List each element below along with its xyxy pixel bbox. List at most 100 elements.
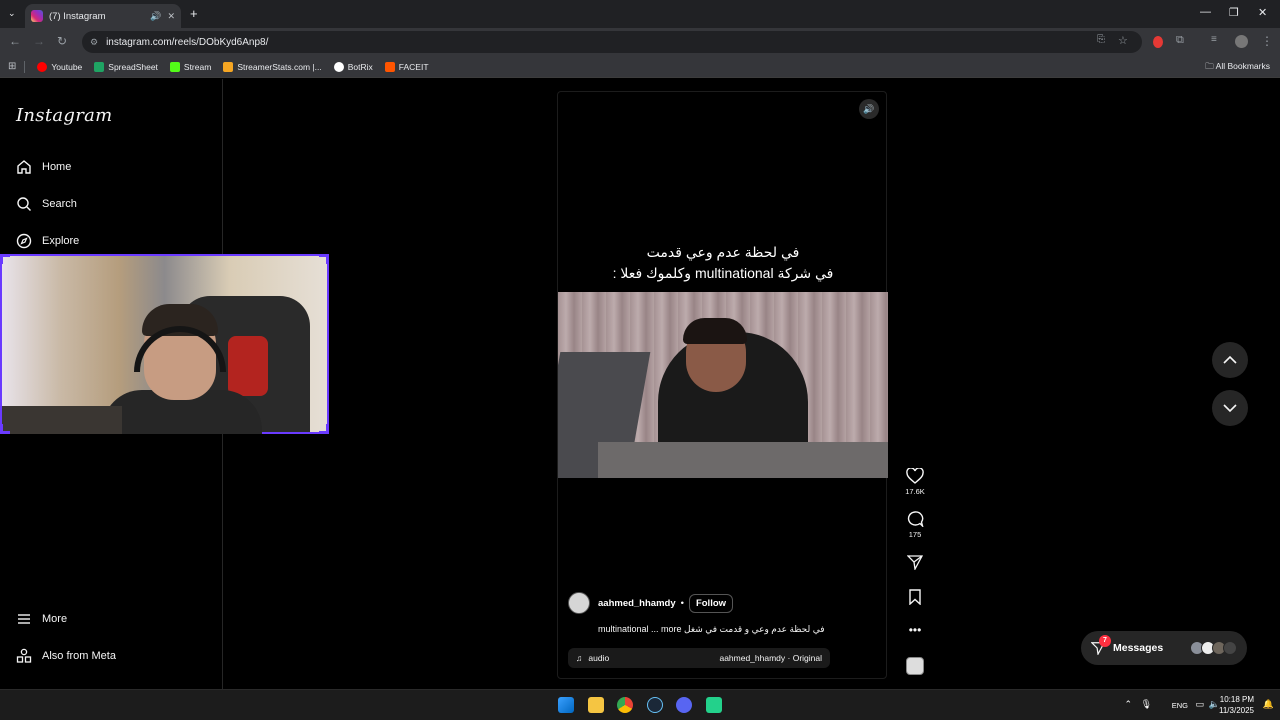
webcam-overlay <box>0 254 329 434</box>
youtube-icon <box>37 61 48 72</box>
all-bookmarks-button[interactable]: 🗀 All Bookmarks <box>1205 61 1270 75</box>
audio-source: aahmed_hhamdy · Original <box>719 653 822 663</box>
language-indicator[interactable]: ENG <box>1172 701 1188 710</box>
messages-badge: 7 <box>1099 635 1111 647</box>
microphone-icon[interactable]: 🎙 <box>1141 699 1152 710</box>
botrix-icon <box>333 61 344 72</box>
address-bar[interactable]: ⚙ instagram.com/reels/DObKyd6Anp8/ <box>82 31 1142 53</box>
reel-overlay-text: في لحظة عدم وعي قدمت في شركة multination… <box>612 244 834 281</box>
more-options-button[interactable]: ••• <box>903 623 927 637</box>
comment-icon <box>907 511 924 527</box>
media-control-icon[interactable]: ≡ <box>1211 34 1217 45</box>
reload-icon[interactable]: ↻ <box>57 34 67 48</box>
home-icon <box>16 159 32 175</box>
tab-search-icon[interactable]: ⌄ <box>8 8 16 19</box>
streaming-app-icon[interactable] <box>706 697 722 713</box>
compass-icon <box>16 233 32 249</box>
notification-icon[interactable]: 🔔 <box>1263 699 1274 710</box>
bookmark-faceit[interactable]: FACEIT <box>384 61 429 72</box>
sidebar-item-more[interactable]: More <box>16 611 67 627</box>
like-count: 17.6K <box>905 487 925 496</box>
browser-tab-bar: ⌄ (7) Instagram 🔊 ✕ + — ❐ ✕ <box>0 0 1280 28</box>
install-app-icon[interactable]: ⎘ <box>1097 34 1105 45</box>
bookmark-botrix[interactable]: BotRix <box>333 61 373 72</box>
meta-apps-icon <box>16 648 32 664</box>
speaker-icon[interactable]: 🔊 <box>150 11 161 22</box>
messages-label: Messages <box>1113 642 1164 654</box>
bookmark-icon <box>909 589 921 605</box>
extension-red-icon[interactable] <box>1153 36 1163 48</box>
save-button[interactable] <box>903 589 927 608</box>
tab-title: (7) Instagram <box>49 10 106 22</box>
reel-video-frame[interactable] <box>558 292 888 478</box>
windows-taskbar: ⌃ 🎙 ENG ▭ 🔈 10:18 PM 11/3/2025 🔔 <box>0 689 1280 720</box>
tab-instagram[interactable]: (7) Instagram 🔊 ✕ <box>25 4 181 28</box>
music-note-icon: ♫ <box>576 653 583 663</box>
message-avatars <box>1190 641 1237 655</box>
reel-audio-bar[interactable]: ♫ audio aahmed_hhamdy · Original <box>568 648 830 668</box>
like-button[interactable]: 17.6K <box>903 468 927 496</box>
sidebar-item-also-from-meta[interactable]: Also from Meta <box>16 648 116 664</box>
audio-label: audio <box>588 653 610 663</box>
tray-chevron-icon[interactable]: ⌃ <box>1124 699 1132 710</box>
follow-button[interactable]: Follow <box>688 593 734 613</box>
comment-button[interactable]: 175 <box>903 511 927 539</box>
close-window-icon[interactable]: ✕ <box>1258 6 1267 19</box>
sidebar-item-explore[interactable]: Explore <box>16 233 79 249</box>
discord-icon[interactable] <box>676 697 692 713</box>
browser-menu-icon[interactable]: ⋮ <box>1261 34 1273 48</box>
windows-start-icon[interactable] <box>558 697 574 713</box>
file-explorer-icon[interactable] <box>588 697 604 713</box>
folder-icon: 🗀 <box>1205 61 1216 71</box>
profile-avatar-icon[interactable] <box>1235 35 1248 48</box>
bookmarks-bar: ⊞ Youtube SpreadSheet Stream StreamerSta… <box>0 56 1280 78</box>
chevron-down-icon <box>1223 404 1237 413</box>
audio-thumbnail[interactable] <box>906 657 924 675</box>
reel-author: aahmed_hhamdy • Follow <box>568 592 734 614</box>
share-button[interactable] <box>903 554 927 573</box>
url-text: instagram.com/reels/DObKyd6Anp8/ <box>106 36 269 48</box>
instagram-logo[interactable]: Instagram <box>16 105 113 126</box>
system-clock[interactable]: 10:18 PM 11/3/2025 <box>1219 694 1254 716</box>
instagram-favicon-icon <box>31 10 43 22</box>
bookmark-streamerstats[interactable]: StreamerStats.com |... <box>223 61 322 72</box>
chrome-icon[interactable] <box>617 697 633 713</box>
maximize-icon[interactable]: ❐ <box>1229 6 1239 19</box>
reel-player[interactable]: 🔊 في لحظة عدم وعي قدمت في شركة multinati… <box>557 91 888 679</box>
sidebar-item-home[interactable]: Home <box>16 159 71 175</box>
messages-button[interactable]: 7 Messages <box>1081 631 1247 665</box>
bookmark-star-icon[interactable]: ☆ <box>1118 34 1128 47</box>
browser-toolbar: ← → ↻ ⚙ instagram.com/reels/DObKyd6Anp8/… <box>0 28 1280 56</box>
minimize-icon[interactable]: — <box>1200 6 1211 18</box>
faceit-icon <box>384 61 395 72</box>
heart-icon <box>906 468 924 484</box>
new-tab-button[interactable]: + <box>190 6 198 21</box>
site-info-icon[interactable]: ⚙ <box>90 37 98 48</box>
next-reel-button[interactable] <box>1212 390 1248 426</box>
menu-icon <box>16 611 32 627</box>
extensions-puzzle-icon[interactable]: ⧉ <box>1176 34 1184 47</box>
spreadsheet-icon <box>94 61 105 72</box>
instagram-page: Instagram Home Search Explore More Also … <box>0 79 1280 689</box>
steam-icon[interactable] <box>647 697 663 713</box>
apps-grid-icon[interactable]: ⊞ <box>8 61 16 72</box>
network-icon[interactable]: ▭ <box>1195 699 1204 710</box>
volume-icon[interactable]: 🔊 <box>859 99 879 119</box>
chevron-up-icon <box>1223 355 1237 364</box>
search-icon <box>16 196 32 212</box>
comment-count: 175 <box>908 530 922 539</box>
reel-caption[interactable]: في لحظة عدم وعي و قدمت في شغل multinatio… <box>598 624 878 635</box>
previous-reel-button[interactable] <box>1212 342 1248 378</box>
kick-icon <box>169 61 180 72</box>
send-icon <box>907 555 923 570</box>
forward-icon[interactable]: → <box>33 34 45 48</box>
close-tab-icon[interactable]: ✕ <box>167 11 175 22</box>
bookmark-youtube[interactable]: Youtube <box>37 61 82 72</box>
stats-chart-icon <box>223 61 234 72</box>
author-avatar[interactable] <box>568 592 590 614</box>
bookmark-spreadsheet[interactable]: SpreadSheet <box>94 61 158 72</box>
sidebar-item-search[interactable]: Search <box>16 196 77 212</box>
bookmark-stream[interactable]: Stream <box>169 61 211 72</box>
back-icon[interactable]: ← <box>9 34 21 48</box>
author-username[interactable]: aahmed_hhamdy <box>598 598 676 609</box>
